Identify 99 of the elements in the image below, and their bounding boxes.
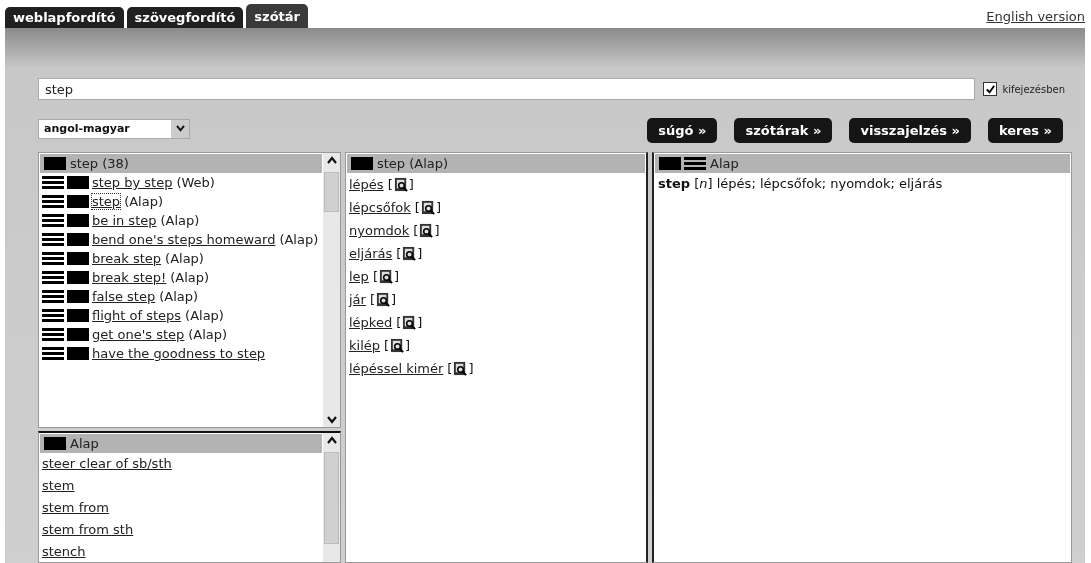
translation-link[interactable]: kilép <box>349 334 380 357</box>
bracket: [ <box>396 314 402 332</box>
checkbox-label: kifejezésben <box>1002 83 1065 95</box>
list-title: step (Alap) <box>377 156 449 171</box>
dictionary-search-icon[interactable] <box>420 200 436 215</box>
translation-link[interactable]: lépés <box>349 173 384 196</box>
dictionary-search-icon[interactable] <box>376 292 391 307</box>
action-button[interactable]: szótárak » <box>734 118 833 143</box>
entry-title: Alap <box>710 156 739 171</box>
translation-link[interactable]: jár <box>349 288 366 311</box>
source-label: (Alap) <box>165 251 204 266</box>
phrase-link[interactable]: be in step <box>92 213 157 228</box>
flags-icon <box>42 252 89 265</box>
translation-link[interactable]: lep <box>349 265 369 288</box>
phrase-link[interactable]: step by step <box>92 175 173 190</box>
english-version-link[interactable]: English version <box>986 9 1085 24</box>
dictionary-entry: step [n] lépés; lépcsőfok; nyomdok; eljárás <box>657 175 944 193</box>
flags-icon <box>42 309 89 322</box>
bracket: ] <box>435 199 441 217</box>
flags-icon <box>42 271 89 284</box>
checkbox[interactable] <box>983 82 998 96</box>
flag-icon <box>44 157 66 170</box>
flags-icon <box>42 347 89 360</box>
source-label: (Alap) <box>279 232 319 247</box>
bracket: [ <box>372 268 378 286</box>
phrase-link[interactable]: flight of steps <box>92 308 182 323</box>
phrase-link[interactable]: bend one's steps homeward <box>92 232 276 247</box>
flags-icon <box>42 195 89 208</box>
flags-icon <box>42 176 89 189</box>
word-link[interactable]: stem from <box>42 500 109 515</box>
tab[interactable]: weblapfordító <box>5 7 124 28</box>
dictionary-search-icon[interactable] <box>390 338 406 353</box>
phrase-link[interactable]: get one's step <box>92 327 185 342</box>
bracket: ] <box>408 176 414 194</box>
bracket: ] <box>417 314 423 332</box>
translation-link[interactable]: nyomdok <box>349 219 410 242</box>
dictionary-search-icon[interactable] <box>402 315 418 330</box>
bracket: ] <box>434 222 440 240</box>
flag-icon <box>44 437 66 450</box>
source-label: (Alap) <box>159 289 199 304</box>
bracket: ] <box>393 268 400 286</box>
scroll-thumb[interactable] <box>324 452 339 544</box>
source-label: (Alap) <box>170 270 210 285</box>
chevron-down-icon <box>175 125 185 132</box>
bracket: [ <box>369 291 375 309</box>
scrollbar[interactable] <box>323 153 340 427</box>
scroll-up-icon[interactable] <box>326 436 337 444</box>
bracket: ] <box>417 245 423 263</box>
list-title: Alap <box>70 436 99 451</box>
source-label: (Alap) <box>185 308 224 323</box>
action-button[interactable]: súgó » <box>647 118 718 143</box>
scroll-thumb[interactable] <box>324 172 339 212</box>
word-link[interactable]: stem <box>42 478 75 493</box>
bracket: ] <box>391 291 397 309</box>
flags-icon <box>42 233 89 246</box>
search-field[interactable]: step <box>38 78 976 100</box>
dictionary-search-icon[interactable] <box>393 177 409 192</box>
translation-link[interactable]: lépked <box>349 311 393 334</box>
word-link[interactable]: stench <box>42 544 86 559</box>
tab[interactable]: szövegfordító <box>126 7 244 28</box>
phrase-link[interactable]: have the goodness to step <box>92 346 266 361</box>
word-link[interactable]: stem from sth <box>42 522 134 537</box>
bracket: [ <box>387 176 393 194</box>
language-dropdown[interactable]: angol-magyar <box>38 118 190 139</box>
bracket: [ <box>414 199 420 217</box>
scrollbar[interactable] <box>323 433 340 562</box>
source-label: (Alap) <box>160 213 200 228</box>
translation-link[interactable]: lépéssel kimér <box>349 357 444 380</box>
translation-link[interactable]: eljárás <box>349 242 393 265</box>
dictionary-search-icon[interactable] <box>402 246 418 261</box>
flags-icon <box>659 157 706 170</box>
bracket: [ <box>413 222 419 240</box>
phrase-link[interactable]: break step <box>92 251 162 266</box>
source-label: (Alap) <box>124 194 163 209</box>
dictionary-search-icon[interactable] <box>453 361 469 376</box>
phrase-link[interactable]: false step <box>92 289 156 304</box>
bracket: ] <box>468 360 474 378</box>
source-label: (Web) <box>176 175 215 190</box>
action-button[interactable]: keres » <box>988 118 1063 143</box>
scroll-up-icon[interactable] <box>326 156 337 164</box>
flags-icon <box>42 328 89 341</box>
phrase-link[interactable]: step <box>92 194 121 209</box>
flags-icon <box>42 290 89 303</box>
translation-link[interactable]: lépcsőfok <box>349 196 411 219</box>
dictionary-search-icon[interactable] <box>378 269 394 284</box>
bracket: [ <box>447 360 453 378</box>
scroll-down-icon[interactable] <box>326 416 337 424</box>
bracket: [ <box>384 337 390 355</box>
flag-icon <box>351 157 373 170</box>
flags-icon <box>42 214 89 227</box>
tab[interactable]: szótár <box>246 4 308 28</box>
phrase-link[interactable]: break step! <box>92 270 167 285</box>
source-label: (Alap) <box>188 327 228 342</box>
action-button[interactable]: visszajelzés » <box>849 118 971 143</box>
list-title: step (38) <box>70 156 129 171</box>
bracket: [ <box>396 245 402 263</box>
bracket: ] <box>405 337 411 355</box>
word-link[interactable]: steer clear of sb/sth <box>42 456 172 471</box>
dictionary-search-icon[interactable] <box>419 223 435 238</box>
